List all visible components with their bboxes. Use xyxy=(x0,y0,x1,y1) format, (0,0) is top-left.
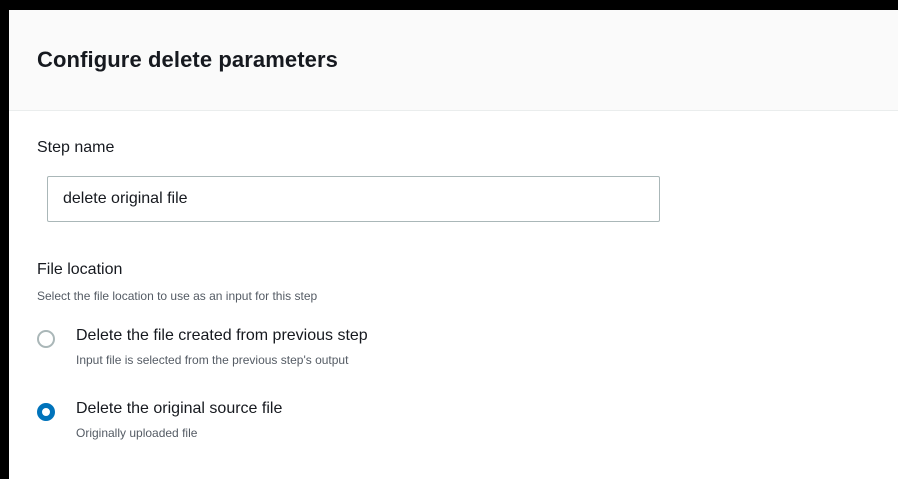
radio-label: Delete the file created from previous st… xyxy=(76,327,368,344)
radio-option-original-source[interactable]: Delete the original source file Original… xyxy=(37,398,282,442)
radio-description: Originally uploaded file xyxy=(76,426,198,440)
radio-label: Delete the original source file xyxy=(76,400,283,417)
radio-description: Input file is selected from the previous… xyxy=(76,353,349,367)
panel-title: Configure delete parameters xyxy=(37,47,339,72)
radio-button-checked[interactable] xyxy=(37,403,55,421)
configure-delete-panel: Configure delete parameters Step name Fi… xyxy=(9,10,898,479)
file-location-label: File location xyxy=(37,261,123,278)
step-name-input[interactable] xyxy=(47,176,660,222)
file-location-description: Select the file location to use as an in… xyxy=(37,289,318,303)
radio-button-unchecked[interactable] xyxy=(37,330,55,348)
step-name-label: Step name xyxy=(37,139,115,156)
panel-header: Configure delete parameters xyxy=(9,10,898,111)
radio-option-previous-step[interactable]: Delete the file created from previous st… xyxy=(37,325,368,369)
